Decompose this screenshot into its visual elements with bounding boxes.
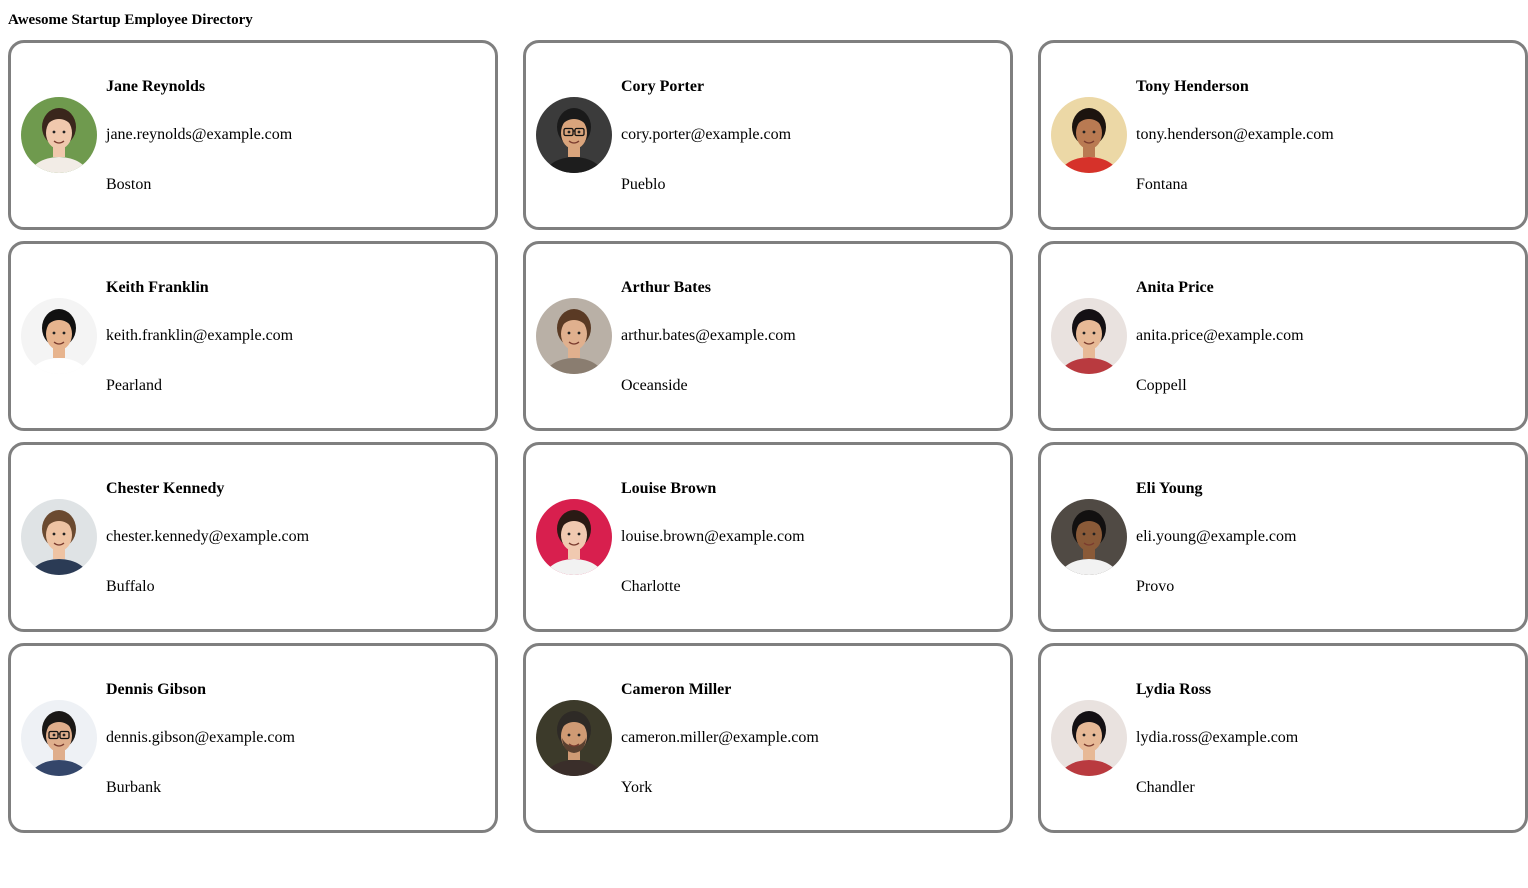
employee-name: Dennis Gibson	[106, 681, 207, 698]
avatar	[21, 97, 97, 173]
avatar-portrait	[1051, 499, 1127, 575]
avatar-portrait	[536, 298, 612, 374]
avatar	[536, 97, 612, 173]
employee-card[interactable]: Arthur Bates arthur.bates@example.com Oc…	[523, 241, 1013, 431]
employee-name: Keith Franklin	[106, 279, 209, 296]
page-title: Awesome Startup Employee Directory	[8, 12, 253, 28]
employee-email: jane.reynolds@example.com	[106, 126, 293, 143]
employee-name: Eli Young	[1136, 480, 1203, 497]
avatar-portrait	[21, 700, 97, 776]
employee-name: Cameron Miller	[621, 681, 732, 698]
avatar-portrait	[1051, 97, 1127, 173]
employee-email: chester.kennedy@example.com	[106, 528, 310, 545]
avatar	[536, 298, 612, 374]
employee-card[interactable]: Tony Henderson tony.henderson@example.co…	[1038, 40, 1528, 230]
avatar-portrait	[536, 499, 612, 575]
employee-email: lydia.ross@example.com	[1136, 729, 1299, 746]
avatar-portrait	[1051, 700, 1127, 776]
employee-name: Arthur Bates	[621, 279, 711, 296]
employee-card[interactable]: Cameron Miller cameron.miller@example.co…	[523, 643, 1013, 833]
avatar-portrait	[536, 700, 612, 776]
employee-city: Charlotte	[621, 578, 681, 595]
employee-email: cory.porter@example.com	[621, 126, 792, 143]
employee-grid: Jane Reynolds jane.reynolds@example.com …	[8, 40, 1528, 833]
employee-card[interactable]: Eli Young eli.young@example.com Provo	[1038, 442, 1528, 632]
avatar	[21, 700, 97, 776]
employee-city: York	[621, 779, 653, 796]
employee-card[interactable]: Lydia Ross lydia.ross@example.com Chandl…	[1038, 643, 1528, 833]
employee-email: anita.price@example.com	[1136, 327, 1304, 344]
employee-name: Tony Henderson	[1136, 78, 1249, 95]
employee-city: Burbank	[106, 779, 162, 796]
employee-email: louise.brown@example.com	[621, 528, 805, 545]
avatar	[1051, 97, 1127, 173]
avatar	[536, 700, 612, 776]
employee-card[interactable]: Jane Reynolds jane.reynolds@example.com …	[8, 40, 498, 230]
employee-city: Chandler	[1136, 779, 1195, 796]
employee-email: eli.young@example.com	[1136, 528, 1297, 545]
avatar	[21, 499, 97, 575]
employee-card[interactable]: Anita Price anita.price@example.com Copp…	[1038, 241, 1528, 431]
employee-email: dennis.gibson@example.com	[106, 729, 295, 746]
employee-name: Cory Porter	[621, 78, 705, 95]
employee-city: Fontana	[1136, 176, 1188, 193]
employee-email: tony.henderson@example.com	[1136, 126, 1334, 143]
avatar	[1051, 298, 1127, 374]
employee-email: cameron.miller@example.com	[621, 729, 819, 746]
avatar	[1051, 700, 1127, 776]
avatar-portrait	[21, 499, 97, 575]
employee-card[interactable]: Louise Brown louise.brown@example.com Ch…	[523, 442, 1013, 632]
employee-city: Coppell	[1136, 377, 1187, 394]
employee-name: Chester Kennedy	[106, 480, 225, 497]
employee-city: Buffalo	[106, 578, 155, 595]
employee-card[interactable]: Keith Franklin keith.franklin@example.co…	[8, 241, 498, 431]
avatar	[21, 298, 97, 374]
employee-name: Lydia Ross	[1136, 681, 1212, 698]
employee-city: Provo	[1136, 578, 1175, 595]
employee-name: Louise Brown	[621, 480, 717, 497]
employee-name: Anita Price	[1136, 279, 1214, 296]
avatar-portrait	[21, 298, 97, 374]
avatar	[1051, 499, 1127, 575]
avatar-portrait	[536, 97, 612, 173]
employee-email: arthur.bates@example.com	[621, 327, 796, 344]
employee-card[interactable]: Chester Kennedy chester.kennedy@example.…	[8, 442, 498, 632]
employee-email: keith.franklin@example.com	[106, 327, 294, 344]
employee-card[interactable]: Dennis Gibson dennis.gibson@example.com …	[8, 643, 498, 833]
employee-city: Pueblo	[621, 176, 666, 193]
employee-city: Oceanside	[621, 377, 688, 394]
employee-city: Boston	[106, 176, 152, 193]
avatar-portrait	[1051, 298, 1127, 374]
employee-city: Pearland	[106, 377, 162, 394]
employee-name: Jane Reynolds	[106, 78, 206, 95]
employee-card[interactable]: Cory Porter cory.porter@example.com Pueb…	[523, 40, 1013, 230]
avatar-portrait	[21, 97, 97, 173]
avatar	[536, 499, 612, 575]
